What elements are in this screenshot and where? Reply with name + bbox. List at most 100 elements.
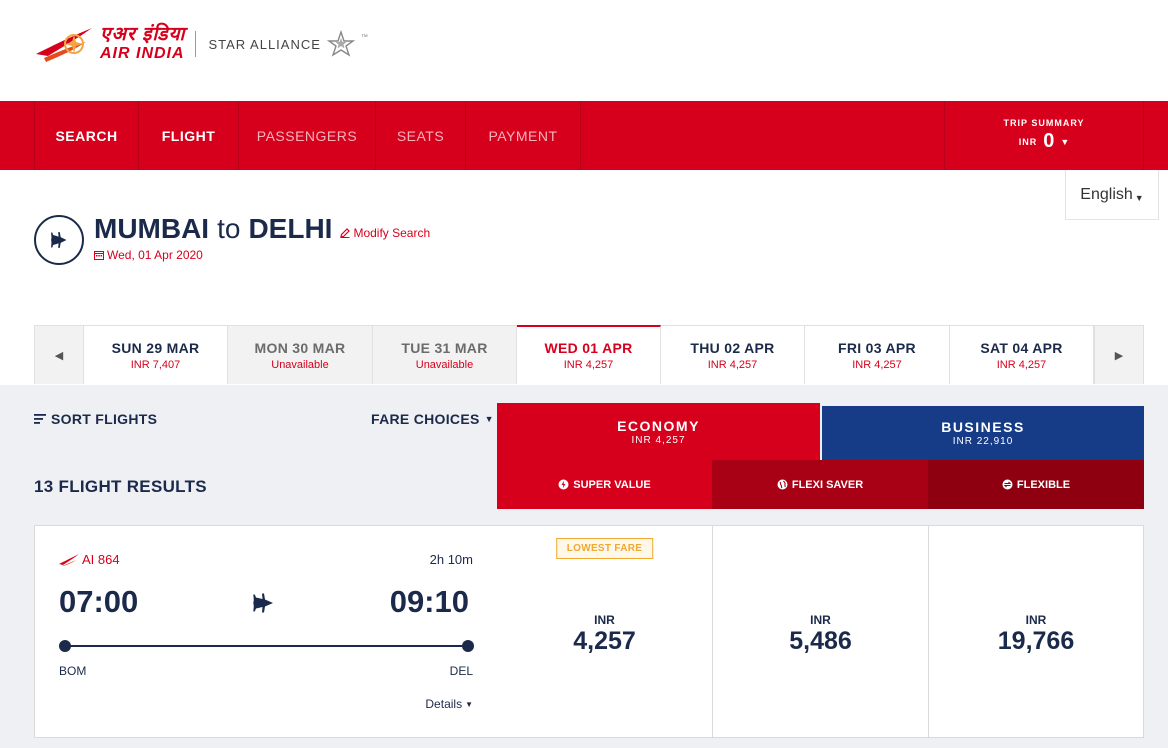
date-strip-next-button[interactable]: ▶ [1094, 325, 1144, 384]
details-label: Details [425, 697, 463, 711]
date-option-tue-31-mar[interactable]: TUE 31 MAR Unavailable [373, 325, 517, 384]
fare-amount: 4,257 [573, 627, 636, 655]
fare-type-label: SUPER VALUE [573, 478, 651, 491]
fare-type-flexi-saver[interactable]: FLEXI SAVER [712, 460, 928, 509]
nav-step-flight[interactable]: FLIGHT [139, 101, 239, 170]
date-option-price: INR 4,257 [707, 358, 758, 371]
progress-nav: SEARCH FLIGHT PASSENGERS SEATS PAYMENT T… [0, 101, 1168, 170]
modify-search-link[interactable]: Modify Search [340, 226, 430, 240]
pencil-icon [340, 228, 351, 238]
trip-summary-label: TRIP SUMMARY [1003, 118, 1085, 128]
nav-step-payment[interactable]: PAYMENT [466, 101, 581, 170]
fare-currency: INR [594, 613, 615, 627]
fare-cell-flexi-saver[interactable]: INR 5,486 [713, 525, 929, 738]
air-india-logo[interactable]: एअर इंडिया AIR INDIA STAR ALLIANCE ™ [34, 24, 368, 64]
cabin-name: BUSINESS [941, 419, 1025, 435]
date-option-day: FRI 03 APR [838, 339, 916, 356]
caret-down-icon: ▼ [465, 699, 473, 709]
cabin-tab-economy[interactable]: ECONOMY INR 4,257 [497, 403, 820, 460]
fare-amount: 5,486 [789, 627, 852, 655]
modify-search-label: Modify Search [353, 226, 431, 240]
date-option-day: MON 30 MAR [254, 339, 346, 356]
nav-step-search[interactable]: SEARCH [35, 101, 139, 170]
date-option-price: INR 7,407 [130, 358, 181, 371]
sort-lines-icon [34, 414, 46, 424]
date-option-price: INR 4,257 [563, 359, 614, 371]
flexible-icon [1002, 479, 1013, 490]
date-option-wed-01-apr[interactable]: WED 01 APR INR 4,257 [517, 325, 661, 384]
header: एअर इंडिया AIR INDIA STAR ALLIANCE ™ [0, 0, 1168, 101]
flight-number: AI 864 [59, 552, 120, 567]
origin-airport-code: BOM [59, 664, 87, 678]
date-option-day: SUN 29 MAR [111, 339, 200, 356]
brand-english-name: AIR INDIA [100, 45, 185, 62]
date-option-fri-03-apr[interactable]: FRI 03 APR INR 4,257 [805, 325, 950, 384]
cabin-name: ECONOMY [617, 417, 700, 434]
fare-choices-label: FARE CHOICES [371, 411, 480, 427]
fare-type-label: FLEXIBLE [1016, 478, 1071, 491]
departure-time: 07:00 [59, 584, 139, 619]
caret-down-icon: ▼ [484, 414, 494, 424]
star-alliance-label: STAR ALLIANCE [208, 36, 321, 52]
date-option-day: SAT 04 APR [980, 339, 1063, 356]
destination-airport-code: DEL [449, 664, 473, 678]
date-option-price: Unavailable [415, 358, 474, 371]
nav-step-passengers[interactable]: PASSENGERS [239, 101, 376, 170]
trip-summary[interactable]: TRIP SUMMARY INR 0 ▼ [944, 101, 1144, 170]
trademark-label: ™ [360, 33, 368, 41]
nav-step-seats[interactable]: SEATS [376, 101, 466, 170]
language-selected: English [1080, 185, 1133, 203]
date-option-sun-29-mar[interactable]: SUN 29 MAR INR 7,407 [84, 325, 228, 384]
date-strip-prev-button[interactable]: ◀ [34, 325, 84, 384]
sort-flights-label: SORT FLIGHTS [51, 411, 158, 427]
travel-date-label: Wed, 01 Apr 2020 [107, 248, 203, 262]
air-india-bird-icon [36, 28, 92, 62]
arrival-time: 09:10 [389, 584, 469, 619]
fare-type-label: FLEXI SAVER [791, 478, 864, 491]
sort-flights-button[interactable]: SORT FLIGHTS [34, 411, 157, 427]
flight-card: AI 864 2h 10m 07:00 09:10 BOM DEL Detail… [34, 525, 498, 738]
fare-currency: INR [1025, 613, 1047, 627]
globe-icon [777, 479, 788, 490]
cabin-price: INR 22,910 [952, 436, 1014, 447]
fare-currency: INR [810, 613, 831, 627]
flight-number-label: AI 864 [82, 552, 120, 567]
fare-amount: 19,766 [997, 627, 1075, 655]
flight-duration: 2h 10m [429, 552, 473, 567]
flight-details-toggle[interactable]: Details ▼ [425, 697, 473, 711]
date-option-day: TUE 31 MAR [401, 339, 488, 356]
cabin-price: INR 4,257 [631, 434, 686, 446]
route-title: MUMBAI to DELHI Modify Search [94, 213, 430, 245]
date-option-thu-02-apr[interactable]: THU 02 APR INR 4,257 [661, 325, 805, 384]
fare-cell-flexible[interactable]: INR 19,766 [929, 525, 1144, 738]
date-option-sat-04-apr[interactable]: SAT 04 APR INR 4,257 [950, 325, 1094, 384]
caret-down-icon: ▼ [1134, 192, 1144, 203]
language-select[interactable]: English ▼ [1065, 170, 1159, 220]
travel-date: Wed, 01 Apr 2020 [94, 248, 203, 262]
flight-results-count: 13 FLIGHT RESULTS [34, 477, 207, 496]
plane-icon [51, 232, 67, 248]
destination-city: DELHI [248, 213, 333, 244]
route-connector: to [217, 213, 241, 244]
fare-type-flexible[interactable]: FLEXIBLE [928, 460, 1144, 509]
cabin-tab-business[interactable]: BUSINESS INR 22,910 [822, 406, 1144, 460]
date-option-price: INR 4,257 [852, 358, 902, 371]
brand-hindi-name: एअर इंडिया [100, 24, 186, 45]
date-strip: ◀ SUN 29 MAR INR 7,407 MON 30 MAR Unavai… [34, 325, 1144, 384]
flight-timeline [59, 640, 474, 652]
lowest-fare-badge: LOWEST FARE [555, 538, 654, 559]
date-option-day: WED 01 APR [544, 340, 633, 356]
caret-right-icon: ▶ [1114, 349, 1124, 362]
fare-type-super-value[interactable]: SUPER VALUE [497, 460, 712, 509]
trip-summary-amount: 0 [1043, 130, 1055, 152]
plane-circle-icon [34, 215, 84, 265]
date-option-price: INR 4,257 [996, 358, 1047, 371]
super-value-icon [558, 479, 569, 490]
star-alliance-icon [326, 30, 356, 57]
fare-choices-button[interactable]: FARE CHOICES ▼ [371, 411, 494, 427]
date-option-mon-30-mar[interactable]: MON 30 MAR Unavailable [228, 325, 373, 384]
date-option-price: Unavailable [271, 358, 329, 371]
timeline-start-dot [59, 640, 71, 652]
fare-cell-super-value[interactable]: LOWEST FARE INR 4,257 [497, 525, 713, 738]
date-option-day: THU 02 APR [690, 339, 775, 356]
